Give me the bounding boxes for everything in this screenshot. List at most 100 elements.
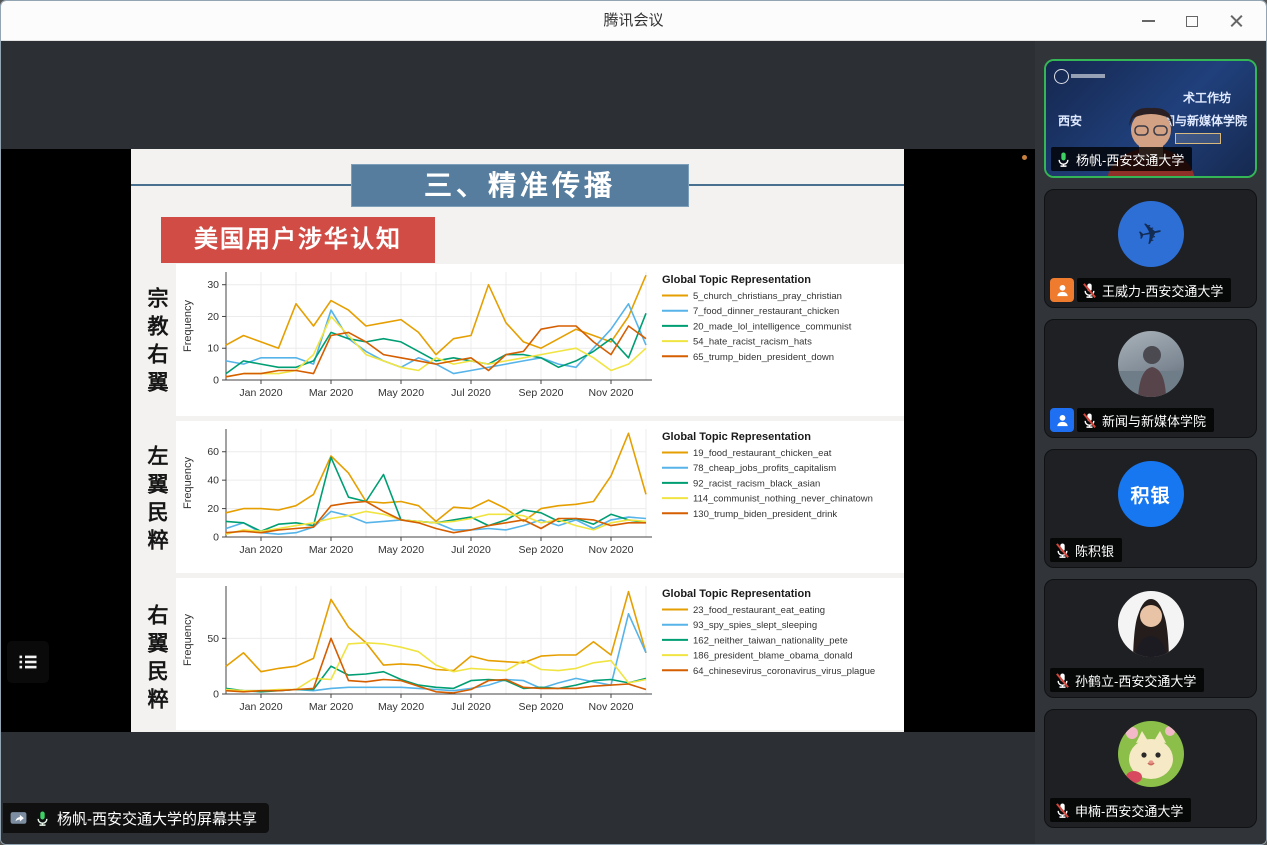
svg-text:Jan 2020: Jan 2020 xyxy=(239,701,282,713)
presentation-slide: 三、精准传播 美国用户涉华认知 宗教右翼 左翼民粹 右翼民粹 0 10 20 30 Ja… xyxy=(131,149,904,732)
svg-text:Jul 2020: Jul 2020 xyxy=(451,701,491,713)
row-label-right-populism: 右翼民粹 xyxy=(137,604,171,716)
avatar-initials-text: 积银 xyxy=(1130,481,1170,508)
maximize-icon xyxy=(1186,16,1198,27)
participant-name: 孙鹤立-西安交通大学 xyxy=(1075,671,1196,690)
svg-text:0: 0 xyxy=(213,375,219,387)
svg-text:30: 30 xyxy=(207,279,219,291)
svg-text:130_trump_biden_president_drin: 130_trump_biden_president_drink xyxy=(693,509,837,520)
svg-text:Mar 2020: Mar 2020 xyxy=(309,387,354,399)
svg-text:Frequency: Frequency xyxy=(182,457,194,509)
svg-text:40: 40 xyxy=(207,475,219,487)
svg-text:92_racist_racism_black_asian: 92_racist_racism_black_asian xyxy=(693,478,820,489)
svg-text:Jul 2020: Jul 2020 xyxy=(451,387,491,399)
participant-tile-wangweili[interactable]: ✈ 王威力-西安交通大学 xyxy=(1044,189,1257,308)
svg-text:Sep 2020: Sep 2020 xyxy=(519,387,564,399)
svg-text:Global Topic Representation: Global Topic Representation xyxy=(662,274,811,286)
participant-tile-chenjiyin[interactable]: 积银 陈积银 xyxy=(1044,449,1257,568)
avatar-initials: 积银 xyxy=(1118,461,1184,527)
hand-raised-badge xyxy=(1050,278,1074,302)
participant-tile-xinwenxueyuan[interactable]: 新闻与新媒体学院 xyxy=(1044,319,1257,438)
slide-section-title: 三、精准传播 xyxy=(351,164,689,207)
person-icon xyxy=(1055,283,1070,298)
member-badge xyxy=(1050,408,1074,432)
shared-screen-area: 三、精准传播 美国用户涉华认知 宗教右翼 左翼民粹 右翼民粹 0 10 20 30 Ja… xyxy=(1,149,1037,732)
participant-name: 新闻与新媒体学院 xyxy=(1102,411,1206,430)
svg-text:Nov 2020: Nov 2020 xyxy=(589,701,634,713)
close-icon xyxy=(1230,15,1243,28)
svg-text:114_communist_nothing_never_ch: 114_communist_nothing_never_chinatown xyxy=(693,494,873,505)
svg-text:23_food_restaurant_eat_eating: 23_food_restaurant_eat_eating xyxy=(693,605,825,616)
tencent-meeting-window: 腾讯会议 三、精准传播 美国用户涉华认知 宗教右翼 左翼民粹 右翼民粹 0 10 2… xyxy=(0,0,1267,845)
participant-name: 申楠-西安交通大学 xyxy=(1075,801,1183,820)
close-button[interactable] xyxy=(1214,1,1258,41)
participant-name: 王威力-西安交通大学 xyxy=(1102,281,1223,300)
participant-name: 杨帆-西安交通大学 xyxy=(1076,150,1184,169)
slide-subtitle: 美国用户涉华认知 xyxy=(161,217,435,263)
main-stage: 三、精准传播 美国用户涉华认知 宗教右翼 左翼民粹 右翼民粹 0 10 20 30 Ja… xyxy=(1,41,1037,845)
svg-text:May 2020: May 2020 xyxy=(378,544,424,556)
row-label-religious-right: 宗教右翼 xyxy=(137,287,171,399)
svg-text:Mar 2020: Mar 2020 xyxy=(309,701,354,713)
row-label-left-populism: 左翼民粹 xyxy=(137,445,171,557)
university-logo xyxy=(1054,69,1069,84)
svg-text:78_cheap_jobs_profits_capitali: 78_cheap_jobs_profits_capitalism xyxy=(693,463,836,474)
mic-muted-icon xyxy=(1054,542,1071,559)
participant-tile-yangfan[interactable]: 术工作坊 西安 闻与新媒体学院 xyxy=(1044,59,1257,178)
list-icon xyxy=(17,651,39,673)
title-bar: 腾讯会议 xyxy=(1,1,1266,41)
person-by-sea-photo xyxy=(1118,331,1184,397)
avatar-photo-sea xyxy=(1118,331,1184,397)
svg-text:May 2020: May 2020 xyxy=(378,701,424,713)
svg-text:Jan 2020: Jan 2020 xyxy=(239,544,282,556)
svg-text:93_spy_spies_slept_sleeping: 93_spy_spies_slept_sleeping xyxy=(693,620,817,631)
svg-text:20_made_lol_intelligence_commu: 20_made_lol_intelligence_communist xyxy=(693,321,852,332)
svg-text:Sep 2020: Sep 2020 xyxy=(519,544,564,556)
maximize-button[interactable] xyxy=(1170,1,1214,41)
screen-share-label: 杨帆-西安交通大学的屏幕共享 xyxy=(57,808,257,829)
svg-text:7_food_dinner_restaurant_chick: 7_food_dinner_restaurant_chicken xyxy=(693,306,839,317)
svg-text:Jan 2020: Jan 2020 xyxy=(239,387,282,399)
svg-text:Global Topic Representation: Global Topic Representation xyxy=(662,431,811,443)
mic-on-icon xyxy=(1055,151,1072,168)
svg-text:0: 0 xyxy=(213,532,219,544)
avatar-portrait-photo xyxy=(1118,591,1184,657)
svg-text:54_hate_racist_racism_hats: 54_hate_racist_racism_hats xyxy=(693,337,812,348)
mic-muted-icon xyxy=(1081,282,1098,299)
avatar-cartoon-cat xyxy=(1118,721,1184,787)
svg-text:10: 10 xyxy=(207,343,219,355)
svg-text:May 2020: May 2020 xyxy=(378,387,424,399)
svg-text:5_church_christians_pray_chris: 5_church_christians_pray_christian xyxy=(693,291,842,302)
svg-text:0: 0 xyxy=(213,689,219,701)
svg-text:Frequency: Frequency xyxy=(182,300,194,352)
participants-sidebar: 术工作坊 西安 闻与新媒体学院 xyxy=(1035,41,1266,845)
screen-share-banner[interactable]: 杨帆-西安交通大学的屏幕共享 xyxy=(3,803,269,833)
mic-muted-icon xyxy=(1054,802,1071,819)
mic-muted-icon xyxy=(1081,412,1098,429)
screen-share-icon xyxy=(9,809,28,828)
svg-text:186_president_blame_obama_dona: 186_president_blame_obama_donald xyxy=(693,651,853,662)
participant-tile-shennan[interactable]: 申楠-西安交通大学 xyxy=(1044,709,1257,828)
avatar-plane: ✈ xyxy=(1118,201,1184,267)
participant-name: 陈积银 xyxy=(1075,541,1114,560)
svg-text:Nov 2020: Nov 2020 xyxy=(589,387,634,399)
svg-text:60: 60 xyxy=(207,446,219,458)
svg-text:64_chinesevirus_coronavirus_vi: 64_chinesevirus_coronavirus_virus_plague xyxy=(693,666,875,677)
svg-text:Nov 2020: Nov 2020 xyxy=(589,544,634,556)
svg-text:Mar 2020: Mar 2020 xyxy=(309,544,354,556)
mic-muted-icon xyxy=(1054,672,1071,689)
svg-text:Jul 2020: Jul 2020 xyxy=(451,544,491,556)
participant-list-button[interactable] xyxy=(7,641,49,683)
svg-text:19_food_restaurant_chicken_eat: 19_food_restaurant_chicken_eat xyxy=(693,448,832,459)
topic-frequency-chart-religious-right: 0102030Jan 2020Mar 2020May 2020Jul 2020S… xyxy=(176,264,904,416)
svg-text:Sep 2020: Sep 2020 xyxy=(519,701,564,713)
minimize-button[interactable] xyxy=(1126,1,1170,41)
svg-text:Global Topic Representation: Global Topic Representation xyxy=(662,588,811,600)
svg-text:Frequency: Frequency xyxy=(182,614,194,666)
participant-tile-sunheli[interactable]: 孙鹤立-西安交通大学 xyxy=(1044,579,1257,698)
cartoon-cat xyxy=(1118,721,1184,787)
window-controls xyxy=(1126,1,1258,41)
svg-text:20: 20 xyxy=(207,503,219,515)
woman-portrait xyxy=(1118,591,1184,657)
mic-on-icon xyxy=(34,810,51,827)
